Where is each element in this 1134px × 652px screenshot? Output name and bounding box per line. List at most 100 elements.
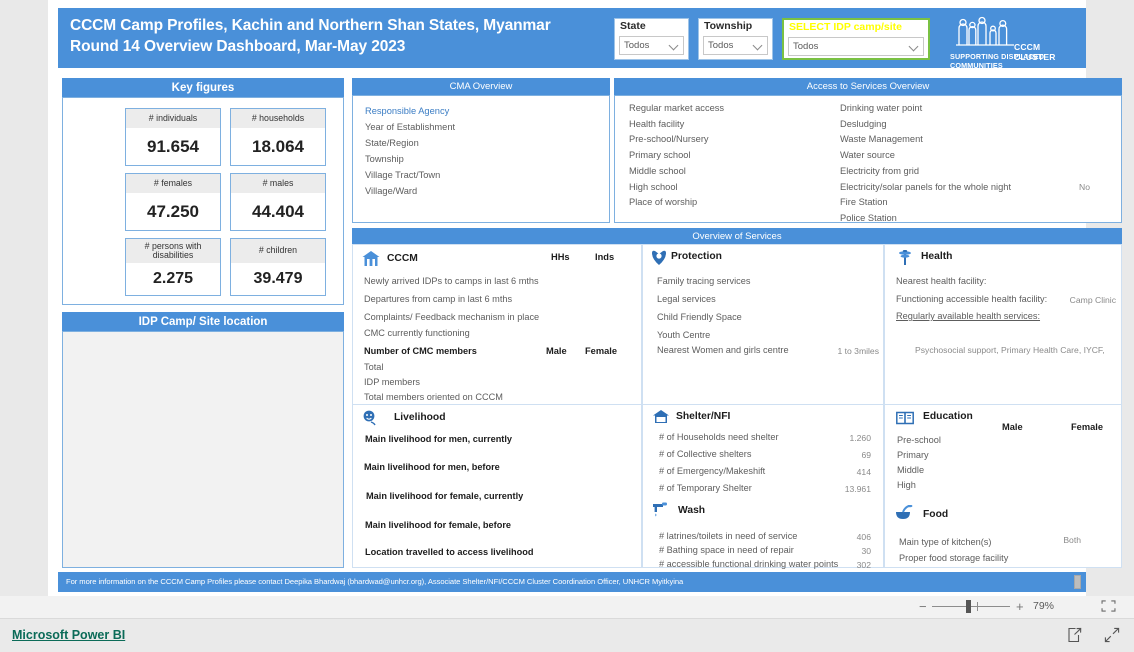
zoom-slider-thumb[interactable] [966, 600, 971, 613]
kpi-card-persons-with-disabilities[interactable]: # persons with disabilities 2.275 [125, 238, 221, 296]
kpi-card-households[interactable]: # households 18.064 [230, 108, 326, 166]
slicer-idp-camp-site[interactable]: SELECT IDP camp/site Todos [782, 18, 930, 60]
zoom-out-button[interactable]: − [919, 600, 927, 613]
livelihood-person-icon [363, 410, 376, 426]
page-title: CCCM Camp Profiles, Kachin and Northern … [70, 15, 630, 57]
protection-hands-icon [652, 250, 666, 265]
cma-item-village-tract-town: Village Tract/Town [365, 170, 441, 180]
access-row-police-station: Police Station [840, 212, 897, 223]
slicer-idp-camp-site-label: SELECT IDP camp/site [789, 21, 903, 33]
water-tap-icon [653, 502, 667, 517]
access-row-health-facility: Health facility [629, 118, 685, 129]
kpi-label: # children [231, 239, 325, 263]
share-icon[interactable] [1066, 627, 1082, 643]
power-bi-report-viewer: CCCM Camp Profiles, Kachin and Northern … [0, 0, 1134, 652]
livelihood-row-men-before: Main livelihood for men, before [364, 462, 500, 472]
health-row-regularly-available-services: Regularly available health services: [896, 311, 1041, 321]
health-value-regularly-available-services: Psychosocial support, Primary Health Car… [915, 345, 1105, 355]
cccm-row-total-oriented: Total members oriented on CCCM [364, 392, 503, 402]
slicer-state[interactable]: State Todos [614, 18, 689, 60]
livelihood-row-men-currently: Main livelihood for men, currently [365, 434, 513, 444]
wash-row-drinking-water-points: # accessible functional drinking water p… [659, 559, 839, 569]
zoom-in-button[interactable]: + [1016, 600, 1024, 613]
service-title-livelihood: Livelihood [394, 412, 446, 423]
shelter-value-households-need-shelter: 1.260 [849, 433, 871, 443]
service-card-health: Health Nearest health facility: Function… [884, 244, 1122, 408]
column-header-female: Female [1071, 422, 1104, 432]
fit-to-screen-icon[interactable] [1101, 600, 1116, 612]
wash-value-drinking-water-points: 302 [856, 560, 871, 570]
fullscreen-icon[interactable] [1104, 627, 1120, 643]
kpi-card-females[interactable]: # females 47.250 [125, 173, 221, 231]
wash-value-bathing-space-repair: 30 [861, 546, 871, 556]
kpi-card-children[interactable]: # children 39.479 [230, 238, 326, 296]
shelter-row-temporary-shelter: # of Temporary Shelter [659, 483, 752, 493]
service-card-shelter-wash: Shelter/NFI # of Households need shelter… [642, 404, 884, 570]
slicer-state-label: State [620, 20, 646, 32]
access-row-electricity-solar-panels: Electricity/solar panels for the whole n… [840, 180, 1115, 196]
access-row-drinking-water-point: Drinking water point [840, 103, 923, 113]
health-value-functioning-accessible-facility: Camp Clinic [1069, 295, 1116, 305]
cma-item-responsible-agency[interactable]: Responsible Agency [353, 103, 609, 119]
shelter-home-icon [653, 410, 669, 423]
food-bowl-icon [896, 505, 913, 519]
logo-tagline: SUPPORTING DISPLACED COMMUNITIES [950, 52, 1045, 70]
slicer-township-label: Township [704, 20, 753, 32]
idp-camp-site-location-map[interactable] [62, 331, 344, 568]
microsoft-power-bi-link[interactable]: Microsoft Power BI [12, 628, 125, 642]
kpi-value: 47.250 [147, 201, 199, 221]
overview-of-services-banner: Overview of Services [352, 228, 1122, 244]
footer-contact-text: For more information on the CCCM Camp Pr… [66, 577, 684, 586]
shelter-row-collective-shelters: # of Collective shelters [659, 449, 752, 459]
access-services-column-1: Regular market access Health facility Pr… [629, 101, 839, 211]
slicer-township-value: Todos [708, 40, 734, 51]
page-title-line2: Round 14 Overview Dashboard, Mar-May 202… [70, 38, 406, 55]
access-row-electricity-from-grid: Electricity from grid [840, 165, 920, 176]
food-value-main-type-of-kitchens: Both [1063, 535, 1081, 545]
shelter-row-households-need-shelter: # of Households need shelter [659, 432, 779, 442]
column-header-male: Male [546, 346, 567, 356]
cma-overview-panel: Responsible Agency Year of Establishment… [352, 95, 610, 223]
food-row-main-type-of-kitchens: Main type of kitchen(s) [899, 537, 992, 547]
kpi-value: 44.404 [252, 201, 304, 221]
livelihood-row-female-currently: Main livelihood for female, currently [366, 491, 524, 501]
chevron-down-icon [754, 41, 763, 50]
shelter-value-collective-shelters: 69 [861, 450, 871, 460]
key-figures-panel: # individuals 91.654 # households 18.064… [62, 97, 344, 305]
key-figures-banner: Key figures [62, 78, 344, 97]
service-title-health: Health [921, 251, 953, 262]
slicer-idp-camp-site-dropdown[interactable]: Todos [788, 37, 924, 56]
zoom-slider-track[interactable] [932, 606, 1010, 607]
wash-row-bathing-space-repair: # Bathing space in need of repair [659, 545, 794, 555]
service-title-cccm: CCCM [387, 253, 418, 264]
kpi-label: # households [231, 109, 325, 128]
service-card-education-food: Education Male Female Pre-school Primary… [884, 404, 1122, 568]
access-row-waste-management: Waste Management [840, 134, 923, 145]
access-row-regular-market-access: Regular market access [629, 103, 725, 113]
protection-row-nearest-women-girls-centre: Nearest Women and girls centre [657, 345, 789, 355]
cma-item-township: Township [365, 154, 404, 164]
slicer-state-dropdown[interactable]: Todos [619, 36, 684, 55]
access-row-high-school: High school [629, 181, 678, 192]
cccm-row-newly-arrived-idps: Newly arrived IDPs to camps in last 6 mt… [364, 276, 539, 286]
slicer-township-dropdown[interactable]: Todos [703, 36, 768, 55]
idp-camp-site-location-banner: IDP Camp/ Site location [62, 312, 344, 331]
cma-item-village-ward: Village/Ward [365, 186, 418, 196]
slicer-township[interactable]: Township Todos [698, 18, 773, 60]
access-row-primary-school: Primary school [629, 150, 691, 161]
cccm-row-complaints-feedback: Complaints/ Feedback mechanism in place [364, 312, 540, 322]
vertical-scrollbar-thumb[interactable] [1074, 575, 1081, 589]
service-card-livelihood: Livelihood Main livelihood for men, curr… [352, 404, 642, 568]
zoom-toolbar: − + 79% [0, 596, 1134, 618]
health-row-functioning-accessible-facility: Functioning accessible health facility: [896, 294, 1048, 304]
report-footer: For more information on the CCCM Camp Pr… [58, 572, 1086, 592]
access-services-column-2: Drinking water point Desludging Waste Ma… [840, 101, 1115, 227]
kpi-card-males[interactable]: # males 44.404 [230, 173, 326, 231]
livelihood-row-female-before: Main livelihood for female, before [365, 520, 512, 530]
kpi-card-individuals[interactable]: # individuals 91.654 [125, 108, 221, 166]
access-row-water-source: Water source [840, 150, 895, 161]
service-title-protection: Protection [671, 251, 722, 262]
page-title-line1: CCCM Camp Profiles, Kachin and Northern … [70, 17, 551, 34]
kpi-label: # females [126, 174, 220, 193]
cccm-row-cmc-functioning: CMC currently functioning [364, 328, 470, 338]
